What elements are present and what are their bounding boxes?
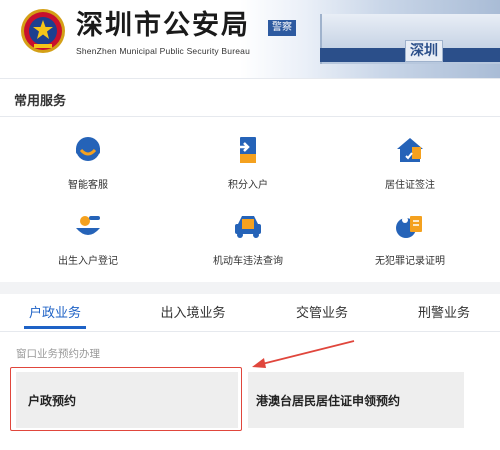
site-header: 警察 深圳 深圳市公安局 ShenZhen Municipal Public S… [0, 0, 500, 79]
header-photo-sign: 警察 [268, 20, 296, 36]
service-vehicle-violation[interactable]: 机动车违法查询 [168, 210, 328, 280]
service-label: 出生入户登记 [58, 256, 118, 267]
no-crime-record-icon [396, 216, 422, 238]
service-no-crime-record[interactable]: 无犯罪记录证明 [330, 210, 490, 280]
card-label: 港澳台居民居住证申领预约 [256, 394, 401, 408]
vehicle-violation-icon [235, 216, 261, 238]
tab-exit-entry[interactable]: 出入境业务 [158, 302, 228, 328]
site-title: 深圳市公安局 [76, 10, 250, 41]
service-birth-registration[interactable]: 出生入户登记 [8, 210, 168, 280]
hk-macao-taiwan-residence-card[interactable]: 港澳台居民居住证申领预约 [248, 372, 464, 428]
service-residence-permit[interactable]: 居住证签注 [330, 134, 490, 204]
card-label: 户政预约 [28, 394, 77, 408]
active-tab-indicator [24, 326, 86, 329]
tab-traffic[interactable]: 交管业务 [292, 302, 352, 328]
tab-criminal[interactable]: 刑警业务 [414, 302, 474, 328]
points-settle-icon [236, 137, 256, 163]
site-subtitle: ShenZhen Municipal Public Security Burea… [76, 46, 251, 56]
service-label: 积分入户 [228, 180, 268, 191]
service-points-settle[interactable]: 积分入户 [168, 134, 328, 204]
section-separator [0, 282, 500, 294]
service-label: 智能客服 [68, 180, 108, 191]
birth-registration-icon [76, 216, 100, 235]
service-label: 居住证签注 [385, 180, 435, 191]
customer-service-icon [76, 137, 100, 161]
section-divider [0, 116, 500, 117]
tabs-divider [0, 331, 500, 332]
residence-permit-icon [397, 138, 423, 162]
police-emblem-icon[interactable] [20, 8, 66, 54]
header-photo-sign-2: 深圳 [405, 40, 443, 62]
common-services-title: 常用服务 [14, 94, 67, 109]
red-arrow-icon [252, 340, 355, 368]
service-label: 无犯罪记录证明 [375, 256, 445, 267]
service-customer-service[interactable]: 智能客服 [8, 134, 168, 204]
household-appointment-card[interactable]: 户政预约 [16, 372, 238, 428]
services-grid: 智能客服 积分入户 居住证签注 出生入户登记 机动车违法查询 无犯罪记录证明 [0, 118, 500, 278]
service-label: 机动车违法查询 [213, 256, 283, 267]
tab-household[interactable]: 户政业务 [24, 302, 86, 328]
window-booking-heading: 窗口业务预约办理 [16, 348, 100, 360]
